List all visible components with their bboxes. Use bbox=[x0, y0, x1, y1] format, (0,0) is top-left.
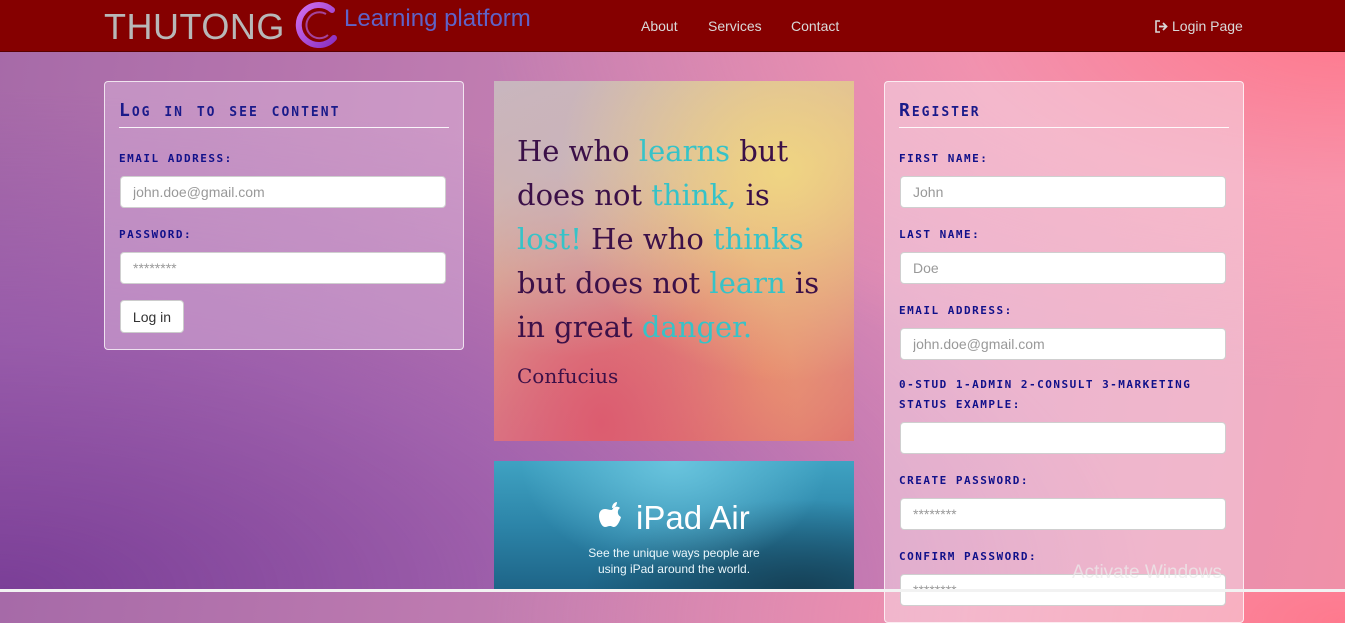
login-button[interactable]: Log in bbox=[120, 300, 184, 333]
divider bbox=[119, 127, 449, 128]
quote-highlight-word: think, bbox=[651, 178, 737, 212]
sign-in-icon bbox=[1155, 20, 1168, 33]
status-label-line1: 0-stud 1-admin 2-consult 3-marketing bbox=[899, 378, 1192, 391]
quote-highlight-word: lost! bbox=[517, 222, 582, 256]
login-password-label: Password: bbox=[119, 228, 193, 241]
brand-title[interactable]: THUTONG bbox=[104, 6, 285, 48]
register-email-input[interactable] bbox=[900, 328, 1226, 360]
nav-link-contact[interactable]: Contact bbox=[791, 18, 839, 34]
navbar: THUTONG Learning platform About Services… bbox=[0, 0, 1345, 52]
quote-highlight-word: danger. bbox=[641, 310, 753, 344]
quote-text: He who learns but does not think, is los… bbox=[517, 129, 837, 349]
activate-windows-watermark: Activate Windows bbox=[1072, 562, 1222, 583]
apple-logo-icon bbox=[599, 502, 621, 527]
login-page-link[interactable]: Login Page bbox=[1155, 18, 1243, 34]
quote-segment: He who bbox=[581, 222, 714, 256]
register-panel-title: Register bbox=[899, 100, 981, 121]
login-panel-title: Log in to see content bbox=[119, 100, 341, 121]
quote-highlight-word: learns bbox=[638, 134, 731, 168]
login-panel: Log in to see content Email Address: Pas… bbox=[104, 81, 464, 350]
create-password-label: Create Password: bbox=[899, 474, 1029, 487]
nav-link-about[interactable]: About bbox=[641, 18, 678, 34]
last-name-label: Last Name: bbox=[899, 228, 981, 241]
register-panel: Register First Name: Last Name: Email Ad… bbox=[884, 81, 1244, 623]
create-password-input[interactable] bbox=[900, 498, 1226, 530]
ipad-ad-title: iPad Air bbox=[636, 499, 750, 536]
ipad-ad-image[interactable]: iPad Air See the unique ways people are … bbox=[494, 461, 854, 592]
quote-author: Confucius bbox=[517, 364, 619, 388]
last-name-input[interactable] bbox=[900, 252, 1226, 284]
status-input[interactable] bbox=[900, 422, 1226, 454]
ipad-ad-line2: using iPad around the world. bbox=[597, 562, 751, 576]
nav-link-services[interactable]: Services bbox=[708, 18, 762, 34]
confirm-password-label: Confirm Password: bbox=[899, 550, 1038, 563]
login-email-label: Email Address: bbox=[119, 152, 233, 165]
quote-segment: He who bbox=[517, 134, 639, 168]
quote-highlight-word: thinks bbox=[713, 222, 804, 256]
quote-highlight-word: learn bbox=[709, 266, 786, 300]
ipad-ad-line1: See the unique ways people are bbox=[588, 546, 760, 560]
quote-image: He who learns but does not think, is los… bbox=[494, 81, 854, 441]
login-email-input[interactable] bbox=[120, 176, 446, 208]
brand-subtitle: Learning platform bbox=[344, 5, 531, 32]
quote-segment: but does not bbox=[517, 266, 710, 300]
logo-ring-icon bbox=[295, 2, 337, 48]
first-name-input[interactable] bbox=[900, 176, 1226, 208]
ipad-ad-subtitle: See the unique ways people are using iPa… bbox=[494, 545, 854, 577]
quote-segment: is bbox=[736, 178, 770, 212]
divider bbox=[899, 127, 1229, 128]
login-password-input[interactable] bbox=[120, 252, 446, 284]
first-name-label: First Name: bbox=[899, 152, 989, 165]
register-email-label: Email Address: bbox=[899, 304, 1013, 317]
login-page-label: Login Page bbox=[1172, 18, 1243, 34]
status-label-line2: Status example: bbox=[899, 398, 1021, 411]
